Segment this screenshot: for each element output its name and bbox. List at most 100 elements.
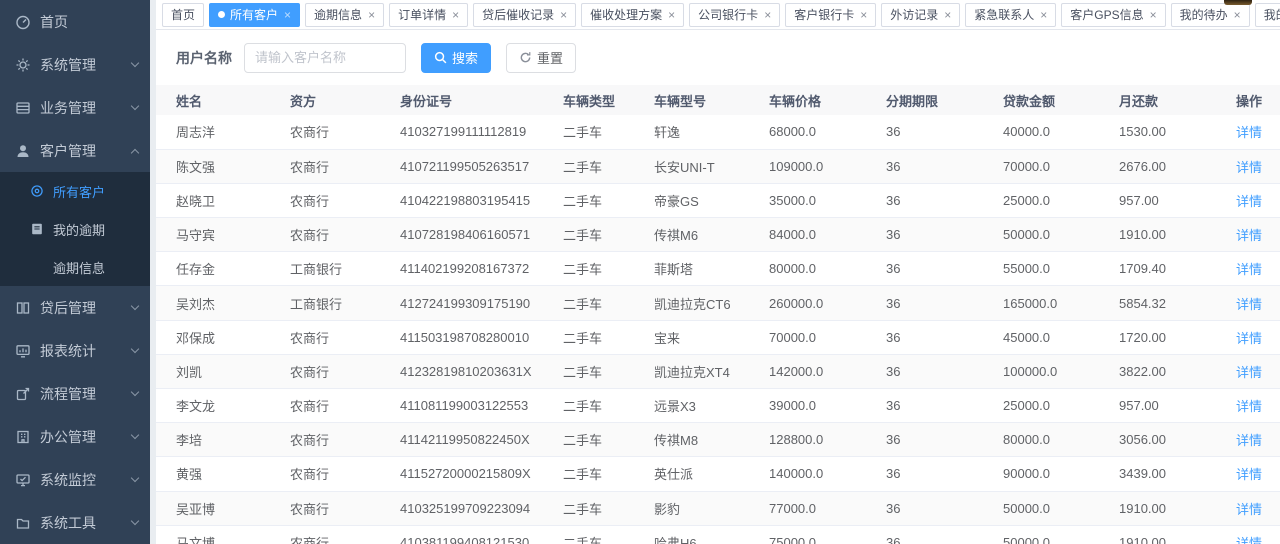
avatar-partial — [1224, 0, 1252, 5]
detail-link[interactable]: 详情 — [1236, 467, 1262, 482]
action-cell: 详情 — [1236, 320, 1280, 354]
search-button[interactable]: 搜索 — [421, 43, 491, 73]
table-cell: 农商行 — [290, 389, 400, 423]
tab[interactable]: 逾期信息× — [305, 3, 384, 27]
tab[interactable]: 我的流程× — [1255, 3, 1280, 27]
table-cell: 黄强 — [156, 457, 290, 491]
detail-link[interactable]: 详情 — [1236, 536, 1262, 544]
table-cell: 410422198803195415 — [400, 183, 563, 217]
tab[interactable]: 贷后催收记录 × — [473, 3, 576, 27]
sidebar-item-home[interactable]: 首页 — [0, 0, 150, 43]
detail-link[interactable]: 详情 — [1236, 194, 1262, 209]
table-cell: 40000.0 — [1003, 115, 1119, 149]
action-cell: 详情 — [1236, 457, 1280, 491]
book-icon — [30, 222, 44, 236]
table-cell: 410325199709223094 — [400, 491, 563, 525]
tab[interactable]: 客户GPS信息× — [1061, 3, 1165, 27]
user-circle-icon — [30, 184, 44, 198]
action-cell: 详情 — [1236, 183, 1280, 217]
table-cell: 109000.0 — [769, 149, 886, 183]
tab-close-icon[interactable]: × — [1234, 9, 1241, 21]
tab-close-icon[interactable]: × — [1150, 9, 1157, 21]
sidebar-item-report-stats[interactable]: 报表统计 — [0, 329, 150, 372]
user-icon — [15, 143, 31, 159]
table-cell: 任存金 — [156, 252, 290, 286]
sidebar-item-label: 业务管理 — [40, 98, 132, 118]
table-cell: 45000.0 — [1003, 320, 1119, 354]
sidebar-item-system-mgmt[interactable]: 系统管理 — [0, 43, 150, 86]
sidebar-item-system-monitor[interactable]: 系统监控 — [0, 458, 150, 501]
table-row: 马文博农商行410381199408121530二手车哈弗H675000.036… — [156, 525, 1280, 544]
tab[interactable]: 订单详情 × — [389, 3, 468, 27]
table-cell: 3439.00 — [1119, 457, 1236, 491]
tab[interactable]: 公司银行卡× — [689, 3, 780, 27]
detail-link[interactable]: 详情 — [1236, 262, 1262, 277]
column-header: 资方 — [290, 85, 400, 115]
sidebar-item-label: 客户管理 — [40, 141, 132, 161]
tab-label: 贷后催收记录 — [482, 6, 554, 23]
tab-close-icon[interactable]: × — [860, 9, 867, 21]
monitor-check-icon — [15, 472, 31, 488]
tab[interactable]: 客户银行卡× — [785, 3, 876, 27]
action-cell: 详情 — [1236, 149, 1280, 183]
tab-label: 订单详情 — [398, 6, 446, 23]
table-cell: 影豹 — [654, 491, 769, 525]
detail-link[interactable]: 详情 — [1236, 160, 1262, 175]
tab[interactable]: 所有客户× — [209, 3, 300, 27]
detail-link[interactable]: 详情 — [1236, 125, 1262, 140]
table-cell: 菲斯塔 — [654, 252, 769, 286]
app-window: 首页 系统管理 业务管理 客户管理 — [0, 0, 1280, 544]
sidebar-item-my-overdue[interactable]: 我的逾期 — [0, 210, 150, 248]
tab-close-icon[interactable]: × — [284, 9, 291, 21]
tab[interactable]: 我的待办× — [1171, 3, 1250, 27]
customer-name-input[interactable] — [244, 43, 406, 73]
tab[interactable]: 紧急联系人× — [965, 3, 1056, 27]
table-cell: 工商银行 — [290, 286, 400, 320]
tab-close-icon[interactable]: × — [560, 9, 567, 21]
table-row: 吴亚博农商行410325199709223094二手车影豹77000.03650… — [156, 491, 1280, 525]
table-cell: 142000.0 — [769, 354, 886, 388]
sidebar-item-process-mgmt[interactable]: 流程管理 — [0, 372, 150, 415]
tab[interactable]: 首页 — [162, 3, 204, 27]
table-cell: 二手车 — [563, 457, 654, 491]
flow-export-icon — [15, 386, 31, 402]
tab[interactable]: 催收处理方案× — [581, 3, 684, 27]
tab-close-icon[interactable]: × — [452, 9, 459, 21]
reset-button[interactable]: 重置 — [506, 43, 576, 73]
tab-close-icon[interactable]: × — [764, 9, 771, 21]
tab-close-icon[interactable]: × — [368, 9, 375, 21]
search-field-label: 用户名称 — [176, 48, 232, 68]
table-cell: 二手车 — [563, 491, 654, 525]
tab[interactable]: 外访记录× — [881, 3, 960, 27]
tab-close-icon[interactable]: × — [668, 9, 675, 21]
action-cell: 详情 — [1236, 286, 1280, 320]
sidebar-item-overdue-info[interactable]: 逾期信息 — [0, 248, 150, 286]
table-cell: 410327199111112819 — [400, 115, 563, 149]
detail-link[interactable]: 详情 — [1236, 399, 1262, 414]
table-cell: 411503198708280010 — [400, 320, 563, 354]
sidebar-item-system-tools[interactable]: 系统工具 — [0, 501, 150, 544]
detail-link[interactable]: 详情 — [1236, 331, 1262, 346]
sidebar-item-postloan-mgmt[interactable]: 贷后管理 — [0, 286, 150, 329]
table-cell: 41152720000215809X — [400, 457, 563, 491]
sidebar-item-all-customers[interactable]: 所有客户 — [0, 172, 150, 210]
sidebar-item-business-mgmt[interactable]: 业务管理 — [0, 86, 150, 129]
detail-link[interactable]: 详情 — [1236, 433, 1262, 448]
sidebar-item-office-mgmt[interactable]: 办公管理 — [0, 415, 150, 458]
detail-link[interactable]: 详情 — [1236, 297, 1262, 312]
table-cell: 二手车 — [563, 149, 654, 183]
detail-link[interactable]: 详情 — [1236, 228, 1262, 243]
table-row: 任存金工商银行411402199208167372二手车菲斯塔80000.036… — [156, 252, 1280, 286]
sidebar-item-customer-mgmt[interactable]: 客户管理 — [0, 129, 150, 172]
tab-close-icon[interactable]: × — [1040, 9, 1047, 21]
table-cell: 传祺M8 — [654, 423, 769, 457]
detail-link[interactable]: 详情 — [1236, 502, 1262, 517]
sidebar-item-label: 逾期信息 — [53, 258, 105, 277]
tab-close-icon[interactable]: × — [944, 9, 951, 21]
table-cell: 哈弗H6 — [654, 525, 769, 544]
table-cell: 邓保成 — [156, 320, 290, 354]
detail-link[interactable]: 详情 — [1236, 365, 1262, 380]
table-cell: 二手车 — [563, 218, 654, 252]
table-cell: 411081199003122553 — [400, 389, 563, 423]
chevron-down-icon — [131, 388, 139, 396]
